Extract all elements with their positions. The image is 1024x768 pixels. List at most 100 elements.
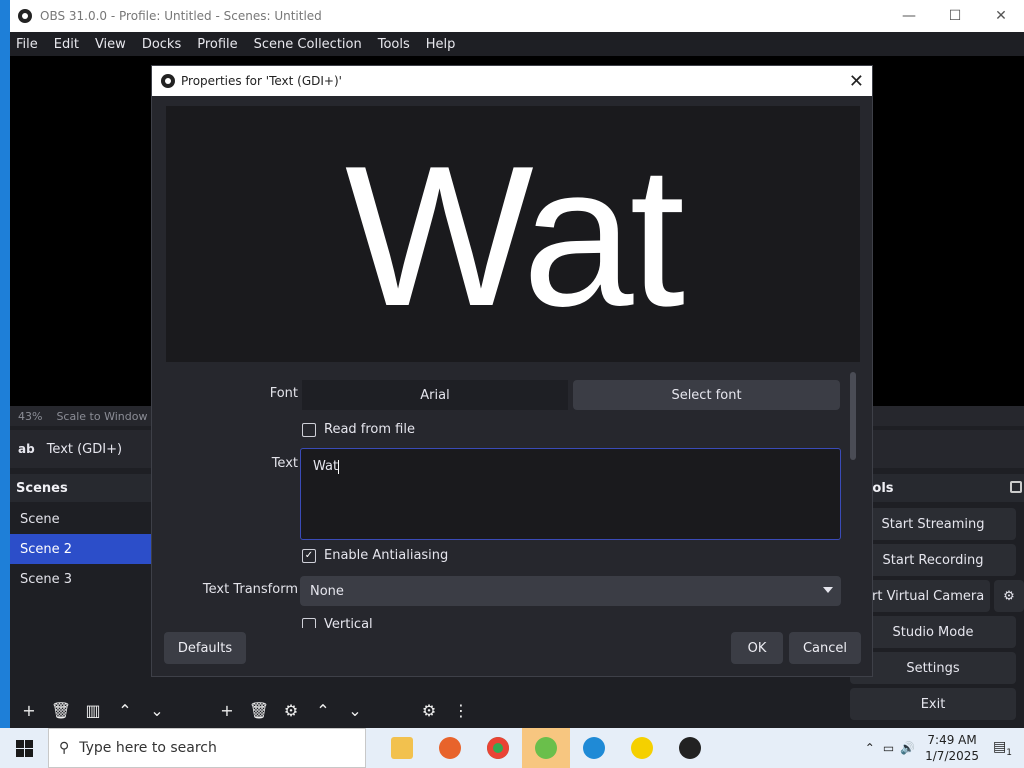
obs-taskbar-icon[interactable] [666, 728, 714, 768]
studio-mode-button[interactable]: Studio Mode [850, 616, 1016, 648]
menu-file[interactable]: File [10, 37, 46, 52]
firefox-icon[interactable] [426, 728, 474, 768]
volume-icon[interactable]: 🔊 [900, 741, 915, 755]
taskbar-search[interactable]: ⚲ Type here to search [48, 728, 366, 768]
greenshot-icon[interactable] [522, 728, 570, 768]
windows-taskbar: ⚲ Type here to search ⌃ ▭ 🔊 7:49 AM 1/7/… [0, 728, 1024, 768]
move-down-icon[interactable]: ⌄ [144, 697, 170, 723]
font-label: Font [269, 386, 298, 401]
network-icon[interactable]: ▭ [883, 741, 894, 755]
clock-time: 7:49 AM [927, 733, 977, 747]
preview-rendered-text: Wat [344, 125, 685, 348]
obs-logo-icon [161, 74, 175, 88]
text-input[interactable]: Wat [300, 448, 841, 540]
app-yellow-icon[interactable] [618, 728, 666, 768]
scenes-toolbar: + 🗑 ▥ ⌃ ⌄ [10, 692, 204, 728]
start-recording-button[interactable]: Start Recording [850, 544, 1016, 576]
properties-panel: Font Arial Select font Read from file Te… [166, 366, 846, 628]
menu-docks[interactable]: Docks [134, 37, 189, 52]
obs-logo-icon [18, 9, 32, 23]
ok-button[interactable]: OK [731, 632, 783, 664]
properties-scrollbar[interactable] [848, 372, 858, 628]
read-from-file-row[interactable]: Read from file [302, 422, 415, 437]
search-placeholder: Type here to search [79, 740, 217, 756]
clock-date: 1/7/2025 [925, 749, 980, 763]
chevron-up-icon[interactable]: ⌃ [865, 741, 875, 755]
scale-mode[interactable]: Scale to Window [56, 410, 147, 423]
enable-antialiasing-checkbox[interactable]: ✓ [302, 548, 316, 563]
close-window-button[interactable]: ✕ [978, 0, 1024, 32]
mixer-toolbar: ⚙ ⋮ [410, 692, 664, 728]
move-down-icon[interactable]: ⌄ [342, 697, 368, 723]
more-options-icon[interactable]: ⋮ [448, 697, 474, 723]
notification-count: 1 [1006, 747, 1012, 758]
cancel-button[interactable]: Cancel [789, 632, 861, 664]
text-caret [338, 459, 340, 474]
selected-source-name: Text (GDI+) [46, 441, 123, 457]
move-up-icon[interactable]: ⌃ [310, 697, 336, 723]
scrollbar-thumb[interactable] [850, 372, 856, 460]
zoom-level: 43% [18, 409, 43, 423]
desktop-background [0, 0, 10, 728]
text-input-value: Wat [313, 459, 339, 474]
font-display: Arial [302, 380, 568, 410]
undock-icon[interactable] [1010, 481, 1022, 493]
start-button[interactable] [0, 728, 48, 768]
window-controls: — ☐ ✕ [886, 0, 1024, 32]
text-transform-label: Text Transform [202, 582, 298, 597]
defaults-button[interactable]: Defaults [164, 632, 246, 664]
move-up-icon[interactable]: ⌃ [112, 697, 138, 723]
enable-antialiasing-label: Enable Antialiasing [324, 548, 449, 563]
menu-view[interactable]: View [87, 37, 134, 52]
text-transform-select[interactable]: None [300, 576, 841, 606]
trash-icon[interactable]: 🗑 [246, 697, 272, 723]
antialiasing-row[interactable]: ✓ Enable Antialiasing [302, 548, 448, 563]
notification-icon[interactable]: ▤1 [993, 739, 1012, 758]
menu-help[interactable]: Help [418, 37, 464, 52]
add-scene-icon[interactable]: + [16, 697, 42, 723]
menu-profile[interactable]: Profile [189, 37, 245, 52]
dialog-title: Properties for 'Text (GDI+)' [181, 74, 342, 88]
select-font-button[interactable]: Select font [573, 380, 840, 410]
vertical-checkbox[interactable] [302, 617, 316, 628]
read-from-file-label: Read from file [324, 422, 415, 437]
dialog-titlebar: Properties for 'Text (GDI+)' ✕ [152, 66, 872, 96]
exit-button[interactable]: Exit [850, 688, 1016, 720]
read-from-file-checkbox[interactable] [302, 422, 316, 437]
vertical-row[interactable]: Vertical [302, 617, 373, 628]
menu-tools[interactable]: Tools [370, 37, 418, 52]
clock[interactable]: 7:49 AM 1/7/2025 [925, 732, 979, 764]
menu-edit[interactable]: Edit [46, 37, 87, 52]
close-dialog-button[interactable]: ✕ [849, 71, 864, 92]
vertical-label: Vertical [324, 617, 373, 628]
text-label: Text [271, 456, 298, 471]
menu-bar: File Edit View Docks Profile Scene Colle… [10, 32, 1024, 56]
chevron-down-icon [823, 587, 833, 593]
text-source-icon: ab [18, 442, 35, 456]
properties-dialog: Properties for 'Text (GDI+)' ✕ Wat Font … [152, 66, 872, 676]
edge-icon[interactable] [570, 728, 618, 768]
settings-button[interactable]: Settings [850, 652, 1016, 684]
maximize-button[interactable]: ☐ [932, 0, 978, 32]
gear-icon[interactable]: ⚙ [278, 697, 304, 723]
gear-icon: ⚙ [1003, 588, 1015, 604]
window-title: OBS 31.0.0 - Profile: Untitled - Scenes:… [40, 9, 322, 23]
window-titlebar: OBS 31.0.0 - Profile: Untitled - Scenes:… [10, 0, 1024, 32]
trash-icon[interactable]: 🗑 [48, 697, 74, 723]
menu-scene-collection[interactable]: Scene Collection [246, 37, 370, 52]
file-explorer-icon[interactable] [378, 728, 426, 768]
system-tray: ⌃ ▭ 🔊 7:49 AM 1/7/2025 ▤1 [865, 728, 1024, 768]
minimize-button[interactable]: — [886, 0, 932, 32]
add-source-icon[interactable]: + [214, 697, 240, 723]
audio-settings-icon[interactable]: ⚙ [416, 697, 442, 723]
scene-filters-icon[interactable]: ▥ [80, 697, 106, 723]
sources-toolbar: + 🗑 ⚙ ⌃ ⌄ [208, 692, 406, 728]
windows-logo-icon [15, 739, 33, 757]
taskbar-apps [378, 728, 714, 768]
virtual-camera-settings-button[interactable]: ⚙ [994, 580, 1024, 612]
start-streaming-button[interactable]: Start Streaming [850, 508, 1016, 540]
text-transform-value: None [310, 583, 344, 599]
search-icon: ⚲ [59, 740, 70, 756]
source-preview: Wat [166, 106, 860, 362]
chrome-icon[interactable] [474, 728, 522, 768]
